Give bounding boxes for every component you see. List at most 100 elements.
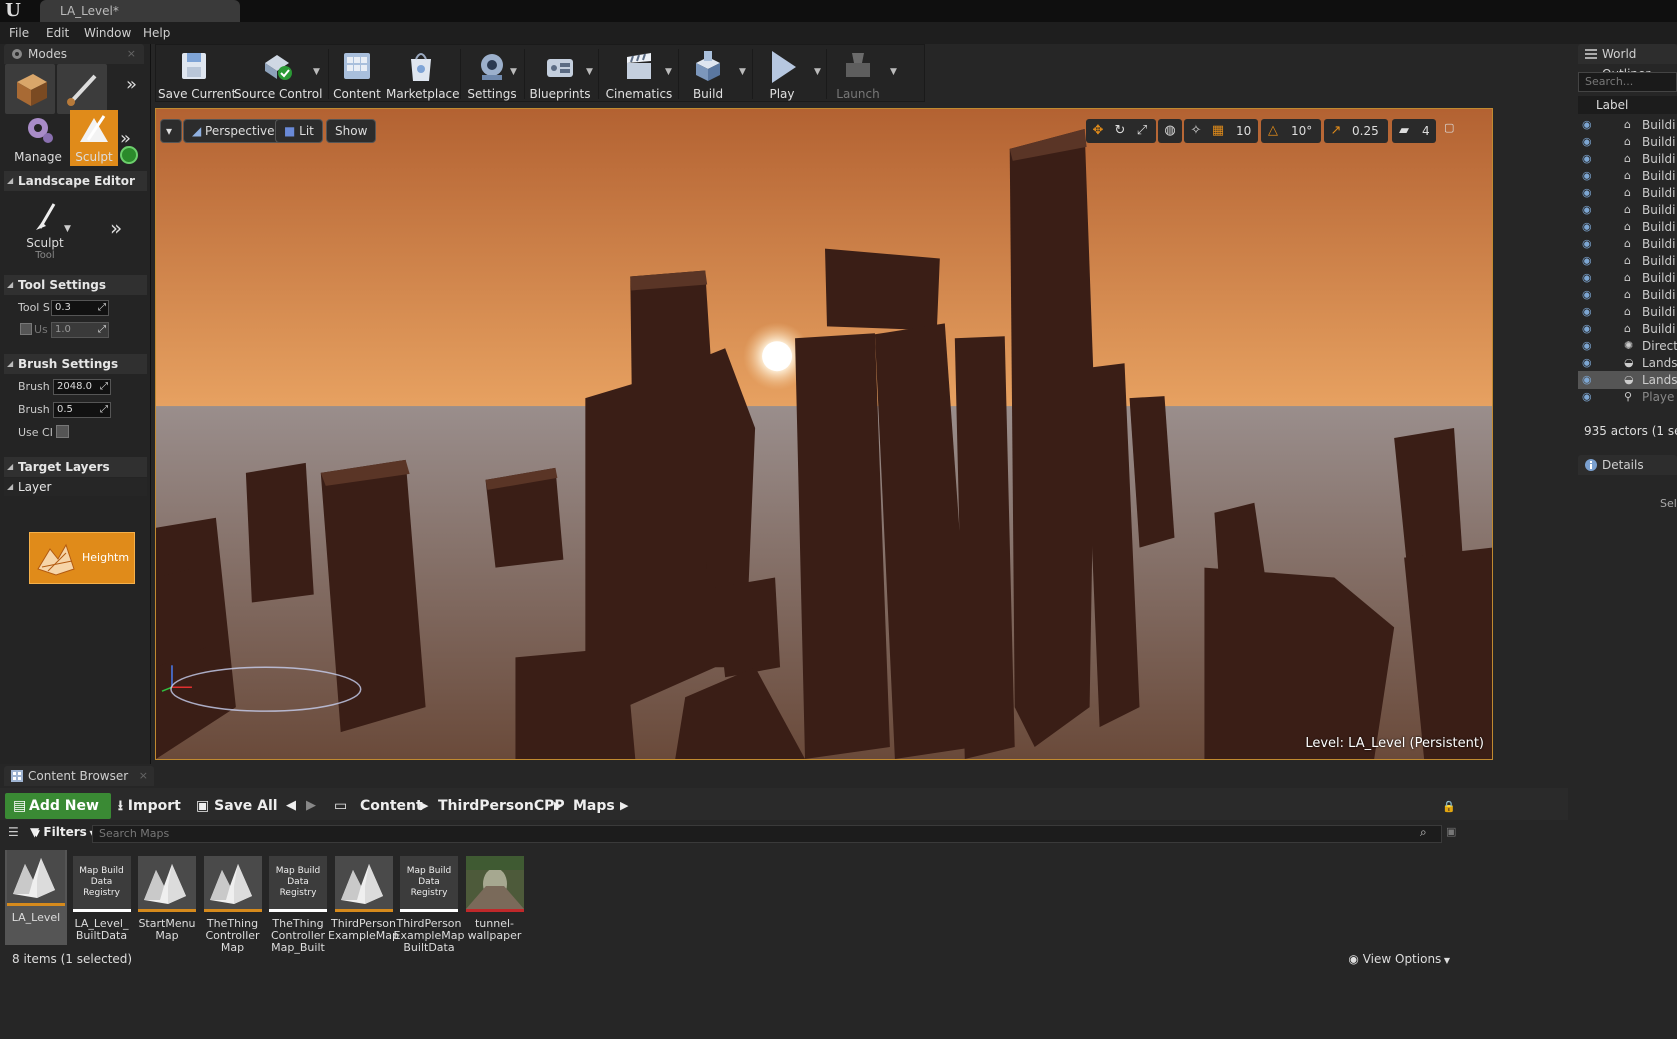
launch-dropdown-icon[interactable]: ▼ xyxy=(890,67,900,77)
visibility-eye-icon[interactable]: ◉ xyxy=(1582,235,1598,253)
outliner-row[interactable]: ◉ ⌂ Buildi xyxy=(1578,320,1677,338)
visibility-eye-icon[interactable]: ◉ xyxy=(1582,286,1598,304)
visibility-eye-icon[interactable]: ◉ xyxy=(1582,133,1598,151)
outliner-row[interactable]: ◉ ⌂ Buildi xyxy=(1578,252,1677,270)
maximize-viewport-icon[interactable]: ▢ xyxy=(1444,121,1454,134)
show-button[interactable]: Show xyxy=(326,119,377,143)
play-button[interactable]: Play xyxy=(756,45,808,103)
breadcrumb-thirdpersoncpp[interactable]: ThirdPersonCPP xyxy=(438,794,565,818)
lit-button[interactable]: ■ Lit xyxy=(275,119,323,143)
asset-tile[interactable]: LA_Level xyxy=(5,850,67,945)
scene-render[interactable] xyxy=(156,109,1492,759)
drag-spin-icon[interactable]: ⤢ xyxy=(100,403,108,417)
add-new-button[interactable]: ▤ Add New ▼ xyxy=(5,793,111,839)
source-control-button[interactable]: Source Control xyxy=(234,45,322,103)
content-browser-tab[interactable]: Content Browser × xyxy=(4,766,154,786)
visibility-eye-icon[interactable]: ◉ xyxy=(1582,320,1598,338)
visibility-eye-icon[interactable]: ◉ xyxy=(1582,116,1598,134)
landscape-editor-header[interactable]: Landscape Editor xyxy=(4,171,147,191)
blueprints-button[interactable]: Blueprints xyxy=(528,45,592,103)
details-tab[interactable]: Details xyxy=(1578,455,1677,475)
outliner-row[interactable]: ◉ ⌂ Buildi xyxy=(1578,201,1677,219)
breadcrumb-maps[interactable]: Maps xyxy=(573,794,615,818)
visibility-eye-icon[interactable]: ◉ xyxy=(1582,201,1598,219)
menu-help[interactable]: Help xyxy=(143,26,170,40)
heightmap-layer[interactable]: Heightm xyxy=(29,532,135,584)
cinematics-dropdown-icon[interactable]: ▼ xyxy=(665,67,675,77)
level-viewport[interactable]: ▾ ◢ Perspective ■ Lit Show ✥ ↻ ⤢ ◍ ✧ ▦ 1… xyxy=(155,108,1493,760)
save-current-button[interactable]: Save Current xyxy=(158,45,236,103)
history-forward-button[interactable]: ▶ xyxy=(306,794,316,818)
camera-icon[interactable]: ▰ xyxy=(1394,121,1414,141)
translate-icon[interactable]: ✥ xyxy=(1088,121,1108,141)
camera-speed-value[interactable]: 4 xyxy=(1422,121,1430,141)
menu-edit[interactable]: Edit xyxy=(46,26,69,40)
place-mode-button[interactable] xyxy=(5,64,55,114)
outliner-row[interactable]: ◉ ◒ Lands xyxy=(1578,371,1677,389)
outliner-row[interactable]: ◉ ⌂ Buildi xyxy=(1578,184,1677,202)
view-options-button[interactable]: ◉ View Options ▼ xyxy=(1348,952,1450,966)
visibility-eye-icon[interactable]: ◉ xyxy=(1582,303,1598,321)
unreal-logo-icon[interactable]: U xyxy=(2,1,24,21)
visibility-eye-icon[interactable]: ◉ xyxy=(1582,269,1598,287)
brush-settings-header[interactable]: Brush Settings xyxy=(4,354,147,374)
scale-snap-icon[interactable]: ↗ xyxy=(1326,121,1346,141)
rotation-snap-value[interactable]: 10° xyxy=(1291,121,1312,141)
outliner-row[interactable]: ◉ ⌂ Buildi xyxy=(1578,235,1677,253)
outliner-row[interactable]: ◉ ⌂ Buildi xyxy=(1578,167,1677,185)
visibility-eye-icon[interactable]: ◉ xyxy=(1582,337,1598,355)
build-dropdown-icon[interactable]: ▼ xyxy=(739,67,749,77)
outliner-row[interactable]: ◉ ⌂ Buildi xyxy=(1578,133,1677,151)
filters-button[interactable]: ▼ Filters ▼ xyxy=(30,825,96,839)
grid-snap-icon[interactable]: ▦ xyxy=(1208,121,1228,141)
folder-icon[interactable]: ▭ xyxy=(334,794,347,818)
outliner-row[interactable]: ◉ ⌂ Buildi xyxy=(1578,286,1677,304)
use-target-checkbox[interactable] xyxy=(20,323,32,335)
use-clay-checkbox[interactable] xyxy=(56,425,69,438)
search-maps-input[interactable]: Search Maps xyxy=(92,825,1442,843)
build-button[interactable]: Build xyxy=(682,45,734,103)
outliner-label-column[interactable]: Label xyxy=(1578,96,1677,114)
outliner-row[interactable]: ◉ ⌂ Buildi xyxy=(1578,303,1677,321)
grid-snap-value[interactable]: 10 xyxy=(1236,121,1251,141)
breadcrumb-arrow-icon[interactable]: ▶ xyxy=(420,794,428,818)
tool-strength-field[interactable]: 0.3 ⤢ xyxy=(51,300,109,316)
rotate-icon[interactable]: ↻ xyxy=(1110,121,1130,141)
history-back-button[interactable]: ◀ xyxy=(286,794,296,818)
sources-toggle-icon[interactable]: ☰ xyxy=(8,825,19,839)
outliner-row[interactable]: ◉ ✺ Direct xyxy=(1578,337,1677,355)
outliner-row[interactable]: ◉ ◒ Lands xyxy=(1578,354,1677,372)
tool-settings-header[interactable]: Tool Settings xyxy=(4,275,147,295)
visibility-eye-icon[interactable]: ◉ xyxy=(1582,371,1598,389)
save-all-button[interactable]: ▣ Save All xyxy=(196,794,278,818)
outliner-row[interactable]: ◉ ⌂ Buildi xyxy=(1578,116,1677,134)
world-space-icon[interactable]: ◍ xyxy=(1160,121,1180,141)
outliner-search-input[interactable]: Search... xyxy=(1578,72,1677,92)
menu-window[interactable]: Window xyxy=(84,26,131,40)
expand-modes-icon[interactable]: » xyxy=(126,74,137,95)
brush-falloff-field[interactable]: 0.5 ⤢ xyxy=(53,402,111,418)
outliner-row[interactable]: ◉ ⌂ Buildi xyxy=(1578,150,1677,168)
visibility-eye-icon[interactable]: ◉ xyxy=(1582,354,1598,372)
scale-snap-value[interactable]: 0.25 xyxy=(1352,121,1379,141)
manage-mode-button[interactable]: Manage xyxy=(9,110,67,166)
drag-spin-icon[interactable]: ⤢ xyxy=(100,380,108,394)
visibility-eye-icon[interactable]: ◉ xyxy=(1582,150,1598,168)
breadcrumb-arrow-icon[interactable]: ▶ xyxy=(554,794,562,818)
menu-file[interactable]: File xyxy=(9,26,29,40)
visibility-eye-icon[interactable]: ◉ xyxy=(1582,388,1598,406)
rotation-snap-icon[interactable]: △ xyxy=(1263,121,1283,141)
blueprints-dropdown-icon[interactable]: ▼ xyxy=(586,67,596,77)
breadcrumb-arrow-icon[interactable]: ▶ xyxy=(620,794,628,818)
settings-dropdown-icon[interactable]: ▼ xyxy=(510,67,520,77)
modes-tab[interactable]: Modes × xyxy=(4,44,144,64)
scale-icon[interactable]: ⤢ xyxy=(1132,121,1152,141)
surface-snap-icon[interactable]: ✧ xyxy=(1186,121,1206,141)
paint-mode-button[interactable] xyxy=(57,64,107,114)
visibility-eye-icon[interactable]: ◉ xyxy=(1582,218,1598,236)
breadcrumb-content[interactable]: Content xyxy=(360,794,423,818)
launch-button[interactable]: Launch xyxy=(830,45,886,103)
outliner-row[interactable]: ◉ ⌂ Buildi xyxy=(1578,269,1677,287)
drag-spin-icon[interactable]: ⤢ xyxy=(98,323,106,337)
sculpt-mode-button[interactable]: Sculpt xyxy=(70,110,118,166)
